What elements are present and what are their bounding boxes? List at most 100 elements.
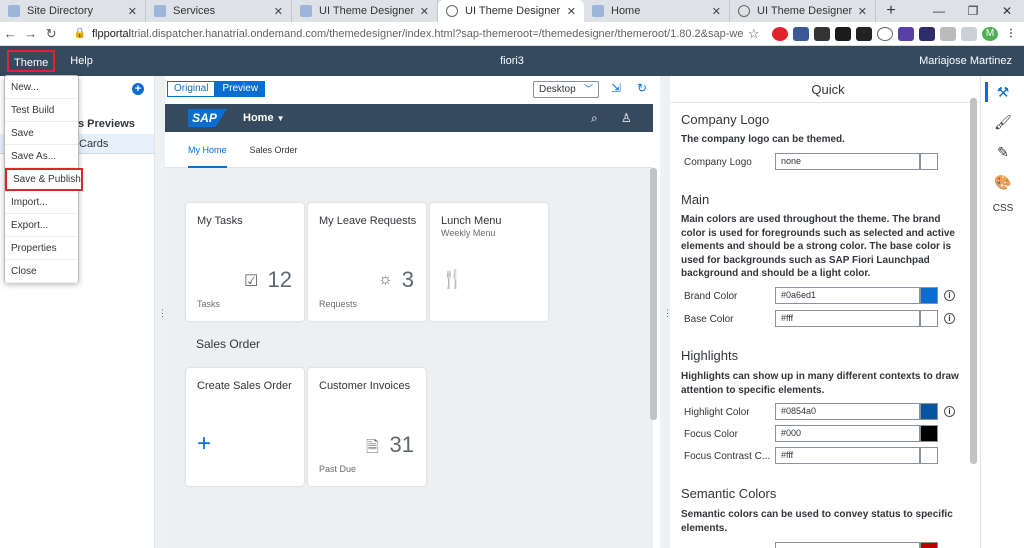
extension-icon[interactable]	[961, 26, 977, 41]
user-name[interactable]: Mariajose Martinez	[919, 55, 1012, 67]
home-menu[interactable]: Home ▼	[243, 112, 284, 124]
company-logo-picker[interactable]	[920, 153, 938, 170]
property-label: Highlight Color	[684, 407, 750, 418]
help-menu-button[interactable]: Help	[65, 50, 98, 72]
menu-item-save-publish[interactable]: Save & Publish	[5, 168, 83, 191]
browser-tab-active[interactable]: UI Theme Designer ✕	[438, 0, 584, 22]
tile-lunch-menu[interactable]: Lunch Menu Weekly Menu 🍴	[430, 203, 548, 321]
browser-tab[interactable]: Site Directory ✕	[0, 0, 146, 22]
browser-tab[interactable]: Services ✕	[146, 0, 292, 22]
menu-item-properties[interactable]: Properties	[5, 237, 78, 260]
menu-item-close[interactable]: Close	[5, 260, 78, 283]
close-window-icon[interactable]: ✕	[990, 0, 1024, 22]
info-icon[interactable]: i	[944, 290, 955, 301]
brand-color-input[interactable]: #0a6ed1	[775, 287, 920, 304]
section-title-semantic-colors: Semantic Colors	[681, 486, 777, 501]
focus-color-input[interactable]: #000	[775, 425, 920, 442]
extension-icon[interactable]	[772, 26, 788, 41]
negative-color-swatch[interactable]	[920, 542, 938, 548]
extension-icon[interactable]	[919, 26, 935, 41]
new-tab-button[interactable]: +	[876, 0, 906, 22]
extension-icon[interactable]	[898, 26, 914, 41]
brush-icon[interactable]: ✎	[981, 144, 1024, 161]
tab-my-home[interactable]: My Home	[188, 132, 227, 168]
menu-item-export[interactable]: Export...	[5, 214, 78, 237]
menu-item-save-as[interactable]: Save As...	[5, 145, 78, 168]
right-splitter[interactable]: ⋮	[660, 76, 672, 548]
extension-icon[interactable]	[814, 26, 830, 41]
info-icon[interactable]: i	[944, 313, 955, 324]
close-icon[interactable]: ✕	[712, 5, 721, 18]
expert-theming-icon[interactable]: 🖌	[981, 114, 1024, 131]
menu-item-import[interactable]: Import...	[5, 191, 78, 214]
theme-menu-button[interactable]: Theme	[7, 50, 56, 72]
page-icon	[8, 5, 20, 17]
previews-heading: s Previews	[78, 118, 135, 130]
lock-icon: 🔒	[73, 28, 86, 39]
preview-button[interactable]: Preview	[215, 81, 266, 97]
tab-sales-order[interactable]: Sales Order	[250, 132, 298, 168]
browser-tab[interactable]: UI Theme Designer ✕	[292, 0, 438, 22]
restore-icon[interactable]: ❐	[956, 0, 990, 22]
bookmark-star-icon[interactable]: ☆	[744, 26, 765, 42]
close-icon[interactable]: ✕	[274, 5, 283, 18]
focus-contrast-color-swatch[interactable]	[920, 447, 938, 464]
forward-icon[interactable]: →	[21, 26, 42, 41]
menu-item-save[interactable]: Save	[5, 122, 78, 145]
close-icon[interactable]: ✕	[567, 5, 576, 18]
company-logo-input[interactable]: none	[775, 153, 920, 170]
quick-theming-icon[interactable]: ⚒	[981, 82, 1024, 102]
menu-item-test-build[interactable]: Test Build	[5, 99, 78, 122]
search-icon[interactable]: ⌕	[591, 111, 598, 126]
add-icon[interactable]: +	[132, 83, 144, 95]
tile-my-leave-requests[interactable]: My Leave Requests ☼ 3 Requests	[308, 203, 426, 321]
tile-create-sales-order[interactable]: Create Sales Order +	[186, 368, 304, 486]
tile-kpi: 31	[389, 432, 414, 457]
menu-item-new[interactable]: New...	[5, 76, 78, 99]
base-color-swatch[interactable]	[920, 310, 938, 327]
palette-icon[interactable]: 🎨	[981, 174, 1024, 191]
semantic-color-input[interactable]	[775, 542, 920, 548]
back-icon[interactable]: ←	[0, 26, 21, 41]
page-icon	[592, 5, 604, 17]
minimize-icon[interactable]: —	[922, 0, 956, 22]
left-splitter[interactable]: ⋮	[155, 76, 167, 548]
extension-icon[interactable]	[856, 26, 872, 41]
original-button[interactable]: Original	[167, 81, 216, 97]
shell-bar: Theme Help fiori3 Mariajose Martinez	[0, 46, 1024, 76]
extension-icon[interactable]	[835, 26, 851, 41]
highlight-color-input[interactable]: #0854a0	[775, 403, 920, 420]
close-icon[interactable]: ✕	[128, 5, 137, 18]
base-color-input[interactable]: #fff	[775, 310, 920, 327]
user-icon[interactable]: ♙	[621, 111, 632, 125]
tile-customer-invoices[interactable]: Customer Invoices 🗎 31 Past Due	[308, 368, 426, 486]
device-select[interactable]: Desktop ﹀	[533, 81, 599, 98]
group-title-sales-order: Sales Order	[196, 337, 261, 351]
fit-screen-icon[interactable]: ⇲	[611, 81, 621, 95]
property-label: Focus Contrast C...	[684, 451, 771, 462]
extension-icon[interactable]	[940, 26, 956, 41]
quick-panel-scrollbar[interactable]	[970, 98, 977, 464]
view-toggle: Original Preview	[167, 81, 266, 97]
css-button[interactable]: CSS	[981, 203, 1024, 214]
refresh-icon[interactable]: ↻	[637, 81, 647, 95]
more-menu-icon[interactable]: ⋮	[1003, 27, 1019, 41]
extension-icon[interactable]	[793, 26, 809, 41]
browser-tab[interactable]: Home ✕	[584, 0, 730, 22]
preview-scrollbar[interactable]	[650, 168, 657, 420]
url-field[interactable]: 🔒 flpportal trial.dispatcher.hanatrial.o…	[74, 24, 744, 44]
focus-contrast-color-input[interactable]: #fff	[775, 447, 920, 464]
close-icon[interactable]: ✕	[858, 5, 867, 18]
focus-color-swatch[interactable]	[920, 425, 938, 442]
brand-color-swatch[interactable]	[920, 287, 938, 304]
highlight-color-swatch[interactable]	[920, 403, 938, 420]
browser-tab[interactable]: UI Theme Designer ✕	[730, 0, 876, 22]
info-icon[interactable]: i	[944, 406, 955, 417]
right-tool-rail: ⚒ 🖌 ✎ 🎨 CSS	[980, 76, 1024, 548]
avatar[interactable]: M	[982, 26, 998, 41]
tile-my-tasks[interactable]: My Tasks ☑ 12 Tasks	[186, 203, 304, 321]
page-icon	[154, 5, 166, 17]
extension-icon[interactable]	[877, 26, 893, 41]
close-icon[interactable]: ✕	[420, 5, 429, 18]
reload-icon[interactable]: ↻	[41, 26, 62, 42]
